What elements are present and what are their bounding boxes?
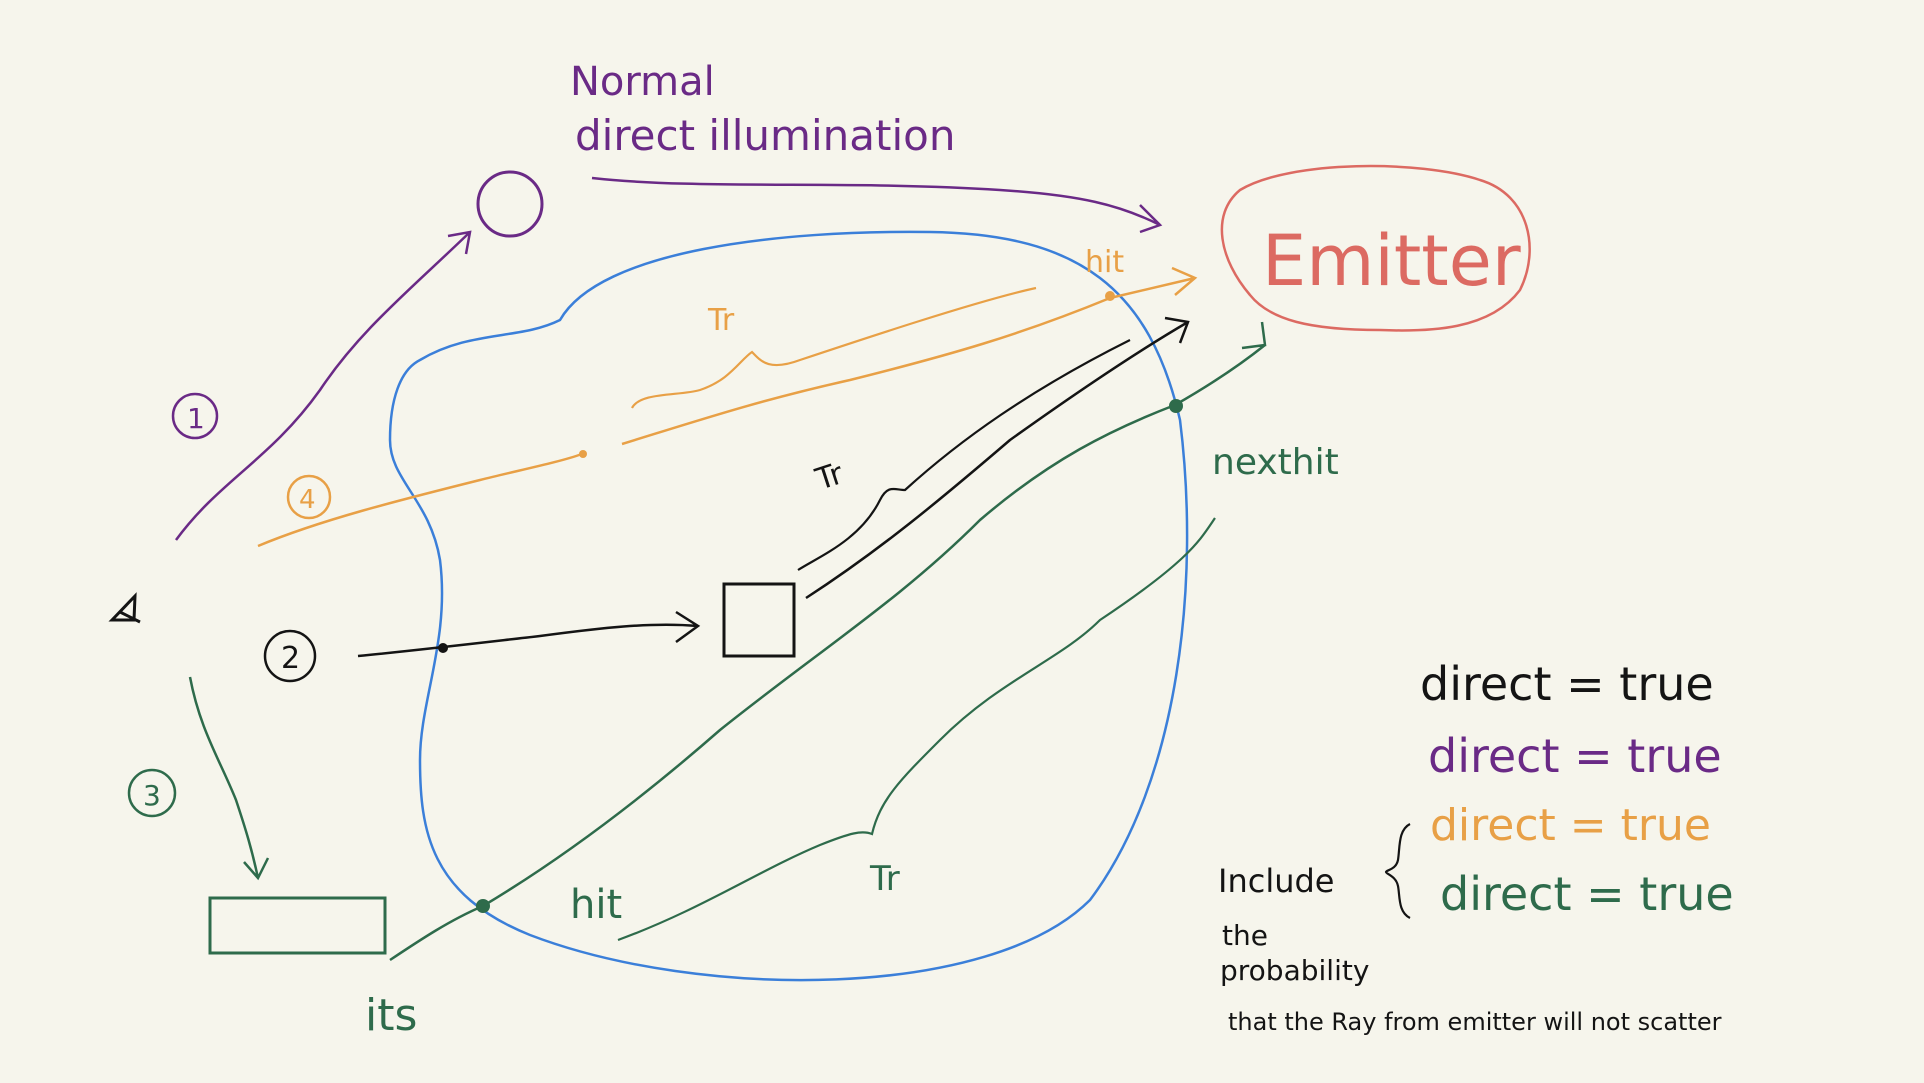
hit-bottom-label: hit (570, 882, 622, 928)
its-label: its (365, 990, 417, 1041)
note-include: Include (1218, 862, 1334, 900)
black-scatter-box (722, 582, 796, 658)
path2-entry-point (438, 643, 448, 653)
light-transport-diagram: Emitter Normal direct illumination 1 4 h… (108, 59, 1734, 1041)
diagram-canvas: Emitter Normal direct illumination 1 4 h… (0, 0, 1924, 1083)
tr-orange-label: Tr (707, 303, 735, 338)
eye-icon (108, 592, 141, 624)
num4-label: 4 (299, 485, 316, 515)
hit-top-label: hit (1085, 245, 1124, 280)
path3-to-emitter (389, 321, 1267, 962)
path2-arrow (357, 610, 701, 658)
path4-hit-point (1105, 291, 1115, 301)
legend-item-green: direct = true (1440, 867, 1734, 921)
direct-illumination-label: direct illumination (575, 111, 955, 160)
scatter-point-circle (476, 170, 544, 238)
green-surface-box (208, 896, 387, 955)
tr-green-label: Tr (869, 859, 900, 899)
normal-direct-arrow (591, 176, 1163, 234)
path2-to-emitter (805, 316, 1190, 600)
legend-item-black: direct = true (1420, 657, 1714, 711)
path4-scatter-point (579, 450, 587, 458)
note-probability: probability (1220, 954, 1369, 987)
note-the: the (1222, 919, 1268, 952)
tr-green-brace (617, 517, 1216, 942)
note-scatter: that the Ray from emitter will not scatt… (1228, 1008, 1722, 1036)
num1-label: 1 (187, 402, 205, 435)
path3-arrow (188, 676, 270, 881)
normal-label: Normal (570, 59, 715, 105)
legend-brace (1384, 823, 1411, 919)
legend-item-orange: direct = true (1430, 800, 1711, 851)
legend-item-purple: direct = true (1428, 729, 1722, 783)
legend: direct = true direct = true direct = tru… (1384, 657, 1734, 921)
path3-nexthit-point (1169, 399, 1183, 413)
tr-black-label: Tr (811, 456, 848, 498)
num3-label: 3 (143, 779, 161, 812)
path3-hit-point (476, 899, 490, 913)
medium-boundary (388, 230, 1189, 982)
nexthit-label: nexthit (1212, 442, 1339, 483)
emitter-label: Emitter (1262, 220, 1521, 302)
tr-orange-brace (631, 286, 1037, 409)
num2-label: 2 (281, 641, 300, 676)
